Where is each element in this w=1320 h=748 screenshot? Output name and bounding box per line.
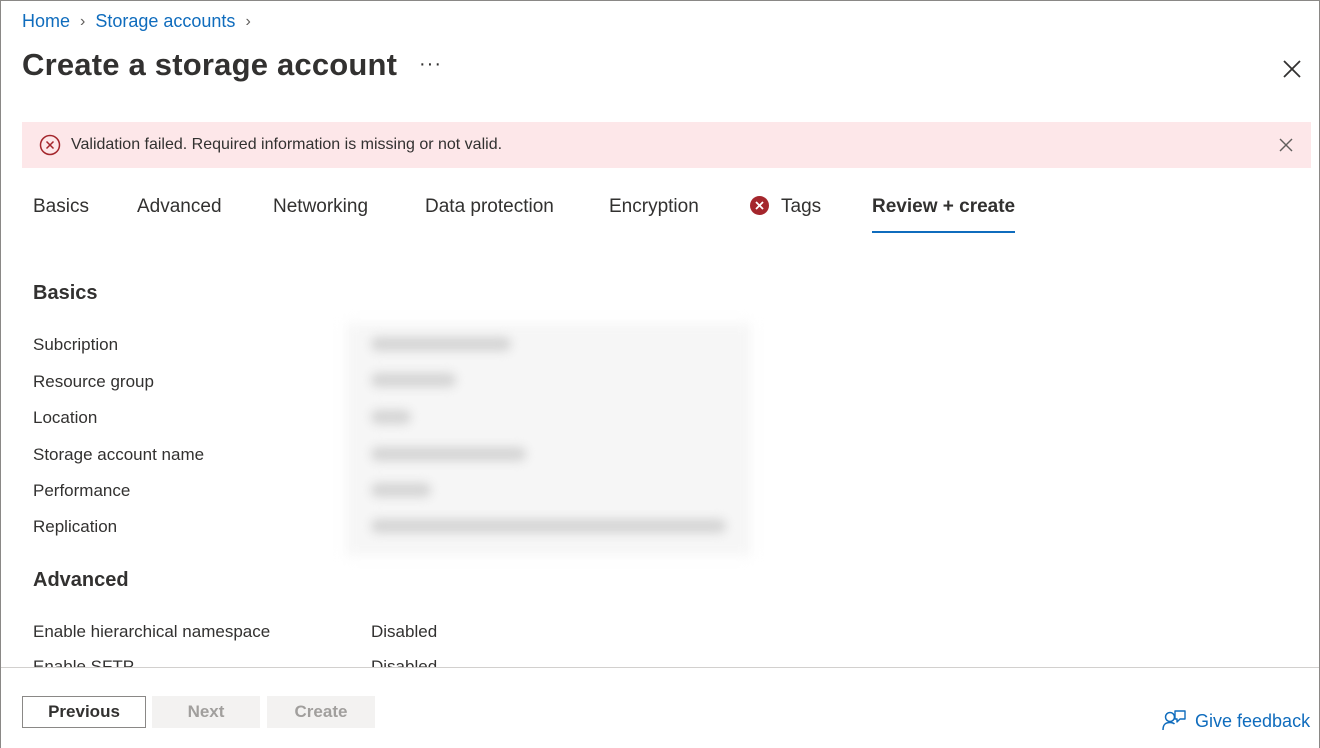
label-hierarchical-namespace: Enable hierarchical namespace	[33, 622, 271, 641]
chevron-right-icon: ›	[80, 12, 86, 30]
value-hierarchical-namespace: Disabled	[371, 622, 438, 641]
previous-button[interactable]: Previous	[22, 696, 146, 728]
chevron-right-icon: ›	[245, 12, 251, 30]
section-heading-advanced: Advanced	[33, 569, 129, 591]
close-icon[interactable]	[1279, 56, 1305, 82]
section-heading-basics: Basics	[33, 282, 98, 304]
tab-error-icon	[750, 196, 769, 215]
redacted-value	[371, 410, 411, 424]
tab-networking[interactable]: Networking	[273, 196, 368, 218]
label-performance: Performance	[33, 481, 131, 500]
label-location: Location	[33, 408, 98, 427]
tab-data-protection[interactable]: Data protection	[425, 196, 554, 218]
give-feedback-label: Give feedback	[1195, 710, 1311, 731]
more-options-button[interactable]: ···	[419, 53, 442, 76]
redacted-value	[371, 483, 431, 497]
redacted-value	[371, 447, 526, 461]
label-replication: Replication	[33, 517, 118, 536]
validation-error-banner: Validation failed. Required information …	[22, 122, 1311, 168]
banner-message: Validation failed. Required information …	[71, 136, 503, 153]
label-subscription: Subcription	[33, 335, 119, 354]
label-storage-account-name: Storage account name	[33, 445, 205, 464]
dismiss-banner-icon[interactable]	[1277, 136, 1295, 154]
tab-advanced[interactable]: Advanced	[137, 196, 222, 218]
breadcrumb-home-link[interactable]: Home	[22, 11, 70, 32]
tab-basics[interactable]: Basics	[33, 196, 89, 218]
feedback-person-icon	[1162, 710, 1186, 731]
redacted-value	[371, 519, 726, 533]
label-resource-group: Resource group	[33, 372, 154, 391]
tab-tags[interactable]: Tags	[781, 196, 821, 218]
create-button[interactable]: Create	[267, 696, 375, 728]
tab-review-create[interactable]: Review + create	[872, 196, 1016, 233]
breadcrumb: Home › Storage accounts ›	[22, 11, 261, 32]
breadcrumb-storage-accounts-link[interactable]: Storage accounts	[95, 11, 235, 32]
give-feedback-link[interactable]: Give feedback	[1161, 709, 1310, 733]
error-circle-icon	[39, 134, 61, 156]
page-title: Create a storage account	[22, 47, 398, 82]
next-button[interactable]: Next	[152, 696, 260, 728]
redacted-value	[371, 337, 511, 351]
redacted-value	[371, 373, 456, 387]
tab-encryption[interactable]: Encryption	[609, 196, 699, 218]
